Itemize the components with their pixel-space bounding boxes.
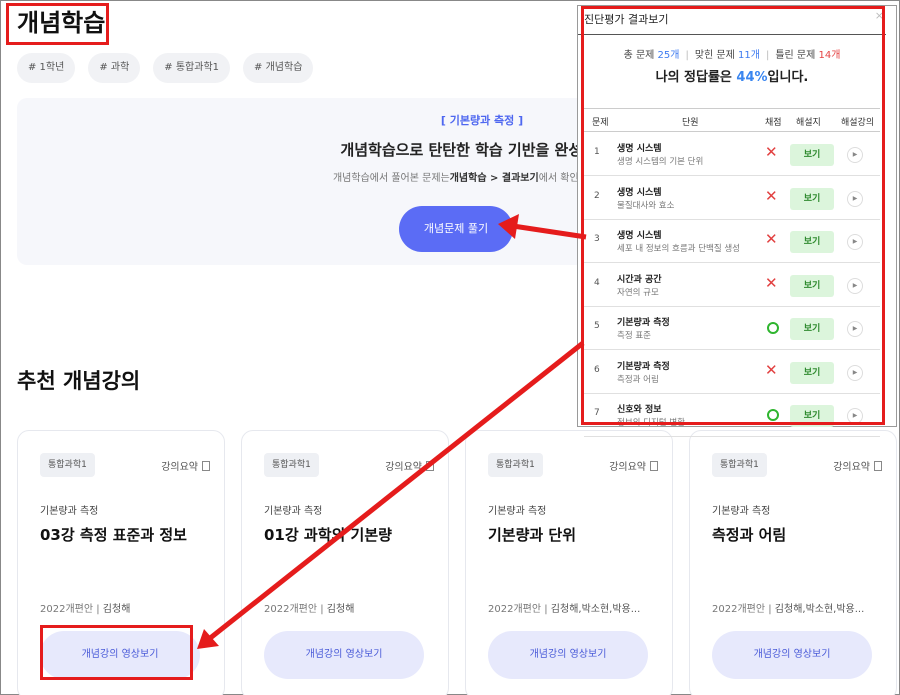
card-category: 기본량과 측정 <box>264 506 323 517</box>
document-icon <box>874 461 882 471</box>
document-icon <box>202 461 210 471</box>
lecture-summary-link[interactable]: 강의요약 <box>385 458 434 473</box>
document-icon <box>426 461 434 471</box>
lecture-summary-link[interactable]: 강의요약 <box>161 458 210 473</box>
panel-highlight-box <box>581 6 885 425</box>
tag-chip[interactable]: # 과학 <box>88 53 141 83</box>
lecture-card[interactable]: 통합과학1 강의요약 기본량과 측정 측정과 어림 2022개편안 | 김청해,… <box>689 430 897 695</box>
card-meta: 2022개편안 | 김청해,박소현,박용... <box>712 604 865 615</box>
card-title: 측정과 어림 <box>712 526 787 544</box>
card-meta: 2022개편안 | 김청해 <box>264 604 355 615</box>
tag-chip[interactable]: # 통합과학1 <box>153 53 231 83</box>
lecture-card[interactable]: 통합과학1 강의요약 기본량과 측정 01강 과학의 기본량 2022개편안 |… <box>241 430 449 695</box>
document-icon <box>650 461 658 471</box>
subject-chip: 통합과학1 <box>40 453 95 477</box>
lecture-card[interactable]: 통합과학1 강의요약 기본량과 측정 기본량과 단위 2022개편안 | 김청해… <box>465 430 673 695</box>
card-meta: 2022개편안 | 김청해 <box>40 604 131 615</box>
title-highlight-box <box>6 3 109 45</box>
card-category: 기본량과 측정 <box>712 506 771 517</box>
subject-chip: 통합과학1 <box>712 453 767 477</box>
card-title: 01강 과학의 기본량 <box>264 526 392 544</box>
watch-lecture-button[interactable]: 개념강의 영상보기 <box>264 631 424 679</box>
card-category: 기본량과 측정 <box>488 506 547 517</box>
section-title: 추천 개념강의 <box>17 369 141 393</box>
watch-lecture-button[interactable]: 개념강의 영상보기 <box>488 631 648 679</box>
card-meta: 2022개편안 | 김청해,박소현,박용... <box>488 604 641 615</box>
concept-hero-box: [ 기본량과 측정 ] 개념학습으로 탄탄한 학습 기반을 완성하세요 개념학습… <box>17 98 637 265</box>
card-title: 기본량과 단위 <box>488 526 577 544</box>
tag-list: # 1학년 # 과학 # 통합과학1 # 개념학습 <box>17 53 314 83</box>
lecture-summary-link[interactable]: 강의요약 <box>609 458 658 473</box>
card-category: 기본량과 측정 <box>40 506 99 517</box>
lecture-summary-link[interactable]: 강의요약 <box>833 458 882 473</box>
subject-chip: 통합과학1 <box>264 453 319 477</box>
subject-chip: 통합과학1 <box>488 453 543 477</box>
tag-chip[interactable]: # 개념학습 <box>243 53 314 83</box>
tag-chip[interactable]: # 1학년 <box>17 53 76 83</box>
solve-concept-problems-button[interactable]: 개념문제 풀기 <box>399 206 513 252</box>
card-title: 03강 측정 표준과 정보 <box>40 526 187 544</box>
lecture-button-highlight-box <box>40 625 193 680</box>
watch-lecture-button[interactable]: 개념강의 영상보기 <box>712 631 872 679</box>
